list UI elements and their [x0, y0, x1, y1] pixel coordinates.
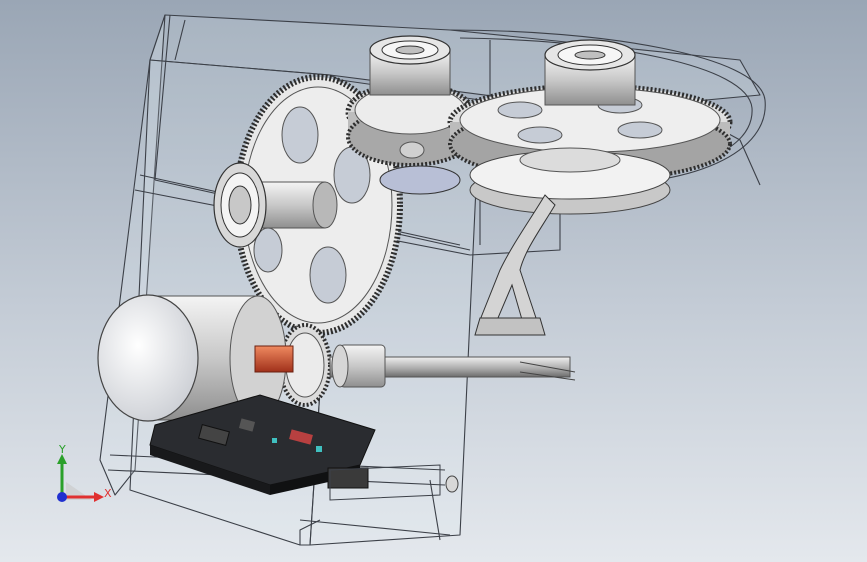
graphics-viewport[interactable]: Y X	[0, 0, 867, 562]
gear-hole	[281, 106, 319, 164]
motor-coupling[interactable]	[254, 345, 294, 373]
gear-hole	[517, 126, 563, 144]
board-terminal-block	[327, 467, 369, 489]
z-axis-icon	[57, 492, 67, 502]
gear-hole	[309, 246, 347, 304]
top-bearing-left[interactable]	[369, 35, 451, 96]
top-bearing-right[interactable]	[544, 39, 636, 106]
board-led	[316, 446, 322, 452]
housing-screw[interactable]	[445, 475, 459, 493]
board-led	[272, 438, 277, 443]
y-axis-label: Y	[58, 443, 66, 456]
fork-bracket[interactable]	[474, 194, 556, 336]
turntable-disc[interactable]	[469, 147, 671, 215]
x-axis-label: X	[104, 487, 112, 500]
gear-hole	[497, 101, 543, 119]
motor-face	[97, 294, 199, 422]
gear-hole	[617, 121, 663, 139]
